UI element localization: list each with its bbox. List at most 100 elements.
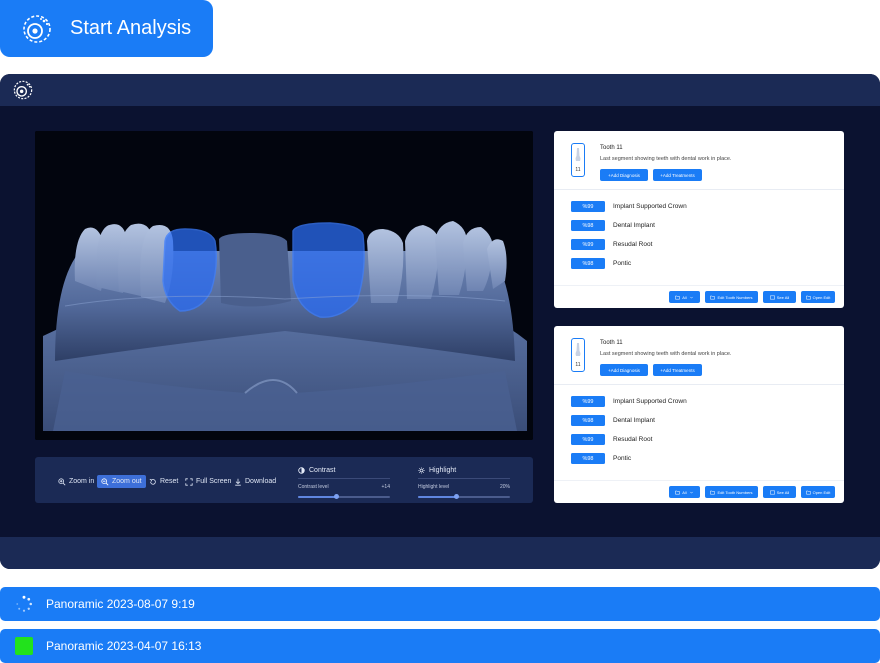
diagnosis-confidence: %99 [571, 201, 605, 212]
tooth-number-badge[interactable]: 11 [571, 338, 585, 372]
filter-all-label: All [682, 294, 687, 300]
filter-all-label: All [682, 489, 687, 495]
scan-item-loading[interactable]: Panoramic 2023-08-07 9:19 [0, 587, 880, 621]
see-all-button[interactable]: See All [763, 291, 796, 303]
download-icon [235, 478, 241, 486]
contrast-level-value: +14 [381, 484, 390, 490]
add-diagnosis-button[interactable]: +Add Diagnosis [600, 364, 648, 376]
folder-icon [805, 295, 811, 299]
zoom-in-button[interactable]: Zoom in [58, 475, 94, 488]
open-edit-button[interactable]: Open Edit [801, 291, 835, 303]
open-edit-label: Open Edit [812, 294, 831, 300]
diagnosis-label: Pontic [613, 260, 632, 267]
diagnosis-row[interactable]: %99 Implant Supported Crown [571, 201, 687, 212]
highlight-level-value: 20% [499, 484, 510, 490]
window-header [0, 74, 880, 106]
download-label: Download [245, 478, 277, 485]
tooth-number: 11 [575, 167, 581, 173]
loading-spinner-icon [16, 595, 33, 612]
full-screen-icon [185, 477, 193, 486]
dental-scan-viewer[interactable] [35, 131, 533, 440]
image-icon [769, 295, 775, 299]
diagnosis-label: Dental Implant [613, 417, 655, 424]
full-screen-label: Full Screen [196, 478, 232, 485]
add-diagnosis-button[interactable]: +Add Diagnosis [600, 169, 648, 181]
diagnosis-label: Resudal Root [613, 436, 653, 443]
diagnosis-confidence: %98 [571, 415, 605, 426]
diagnosis-confidence: %98 [571, 258, 605, 269]
tooth-number-badge[interactable]: 11 [571, 143, 585, 177]
full-screen-button[interactable]: Full Screen [185, 475, 231, 488]
highlight-title: Highlight [429, 466, 457, 474]
add-treatments-button[interactable]: +Add Treatments [653, 169, 702, 181]
highlight-control: Highlight Highlight level 20% [418, 465, 510, 499]
diagnosis-row[interactable]: %99 Resudal Root [571, 239, 652, 250]
diagnosis-row[interactable]: %98 Pontic [571, 258, 631, 269]
highlight-level-label: Highlight level [418, 484, 450, 490]
tooth-icon [575, 343, 581, 356]
tooth-title: Tooth 11 [600, 145, 623, 151]
tooth-card-header: 11 Tooth 11 Last segment showing teeth w… [554, 131, 844, 190]
diagnosis-row[interactable]: %98 Dental Implant [571, 415, 655, 426]
reset-button[interactable]: Reset [149, 475, 178, 488]
diagnosis-confidence: %99 [571, 396, 605, 407]
start-analysis-button[interactable]: Start Analysis [0, 0, 213, 57]
tooth-description: Last segment showing teeth with dental w… [600, 156, 732, 162]
diagnosis-confidence: %98 [571, 453, 605, 464]
tooth-card: 11 Tooth 11 Last segment showing teeth w… [554, 326, 844, 503]
diagnosis-label: Implant Supported Crown [613, 398, 687, 405]
tooth-card: 11 Tooth 11 Last segment showing teeth w… [554, 131, 844, 308]
contrast-icon [298, 466, 305, 474]
window-footer [0, 537, 880, 569]
diagnosis-row[interactable]: %98 Pontic [571, 453, 631, 464]
diagnosis-row[interactable]: %99 Implant Supported Crown [571, 396, 687, 407]
contrast-slider-handle[interactable] [334, 494, 340, 499]
tooth-number: 11 [575, 362, 581, 368]
folder-icon [710, 295, 716, 299]
highlight-slider-handle[interactable] [454, 494, 460, 499]
reset-label: Reset [160, 478, 179, 485]
tooth-card-header: 11 Tooth 11 Last segment showing teeth w… [554, 326, 844, 385]
edit-tooth-numbers-button[interactable]: Edit Tooth Numbers [705, 291, 758, 303]
tooth-icon [575, 148, 581, 161]
edit-tooth-numbers-button[interactable]: Edit Tooth Numbers [705, 486, 758, 498]
scan-label: Panoramic 2023-04-07 16:13 [46, 639, 202, 653]
logo-icon [23, 14, 51, 43]
viewer-controls: Zoom in Zoom out Reset Full Screen Downl… [35, 457, 533, 503]
diagnosis-row[interactable]: %98 Dental Implant [571, 220, 655, 231]
diagnosis-label: Resudal Root [613, 241, 653, 248]
zoom-in-icon [58, 477, 66, 485]
zoom-out-label: Zoom out [112, 478, 142, 485]
scan-label: Panoramic 2023-08-07 9:19 [46, 597, 195, 611]
edit-tooth-numbers-label: Edit Tooth Numbers [717, 489, 753, 495]
filter-all-button[interactable]: All [669, 291, 700, 303]
start-analysis-label: Start Analysis [70, 17, 192, 39]
image-icon [769, 490, 775, 494]
highlight-slider[interactable] [418, 494, 510, 499]
diagnosis-confidence: %99 [571, 239, 605, 250]
download-button[interactable]: Download [234, 475, 276, 488]
folder-icon [675, 295, 681, 299]
folder-icon [675, 490, 681, 494]
diagnosis-confidence: %98 [571, 220, 605, 231]
reset-icon [149, 478, 156, 485]
dental-scan-image [35, 131, 533, 440]
ready-status-icon [15, 637, 33, 655]
contrast-title: Contrast [309, 466, 336, 474]
see-all-button[interactable]: See All [763, 486, 796, 498]
filter-all-button[interactable]: All [669, 486, 700, 498]
scan-item-ready[interactable]: Panoramic 2023-04-07 16:13 [0, 629, 880, 663]
diagnosis-row[interactable]: %99 Resudal Root [571, 434, 652, 445]
zoom-out-button[interactable]: Zoom out [97, 475, 146, 488]
open-edit-button[interactable]: Open Edit [801, 486, 835, 498]
add-treatments-button[interactable]: +Add Treatments [653, 364, 702, 376]
folder-icon [710, 490, 716, 494]
zoom-out-icon [101, 477, 109, 485]
see-all-label: See All [776, 294, 790, 300]
logo-icon [13, 80, 33, 100]
contrast-control: Contrast Contrast level +14 [298, 465, 390, 499]
diagnosis-label: Implant Supported Crown [613, 203, 687, 210]
diagnosis-label: Dental Implant [613, 222, 655, 229]
edit-tooth-numbers-label: Edit Tooth Numbers [717, 294, 753, 300]
contrast-slider[interactable] [298, 494, 390, 499]
